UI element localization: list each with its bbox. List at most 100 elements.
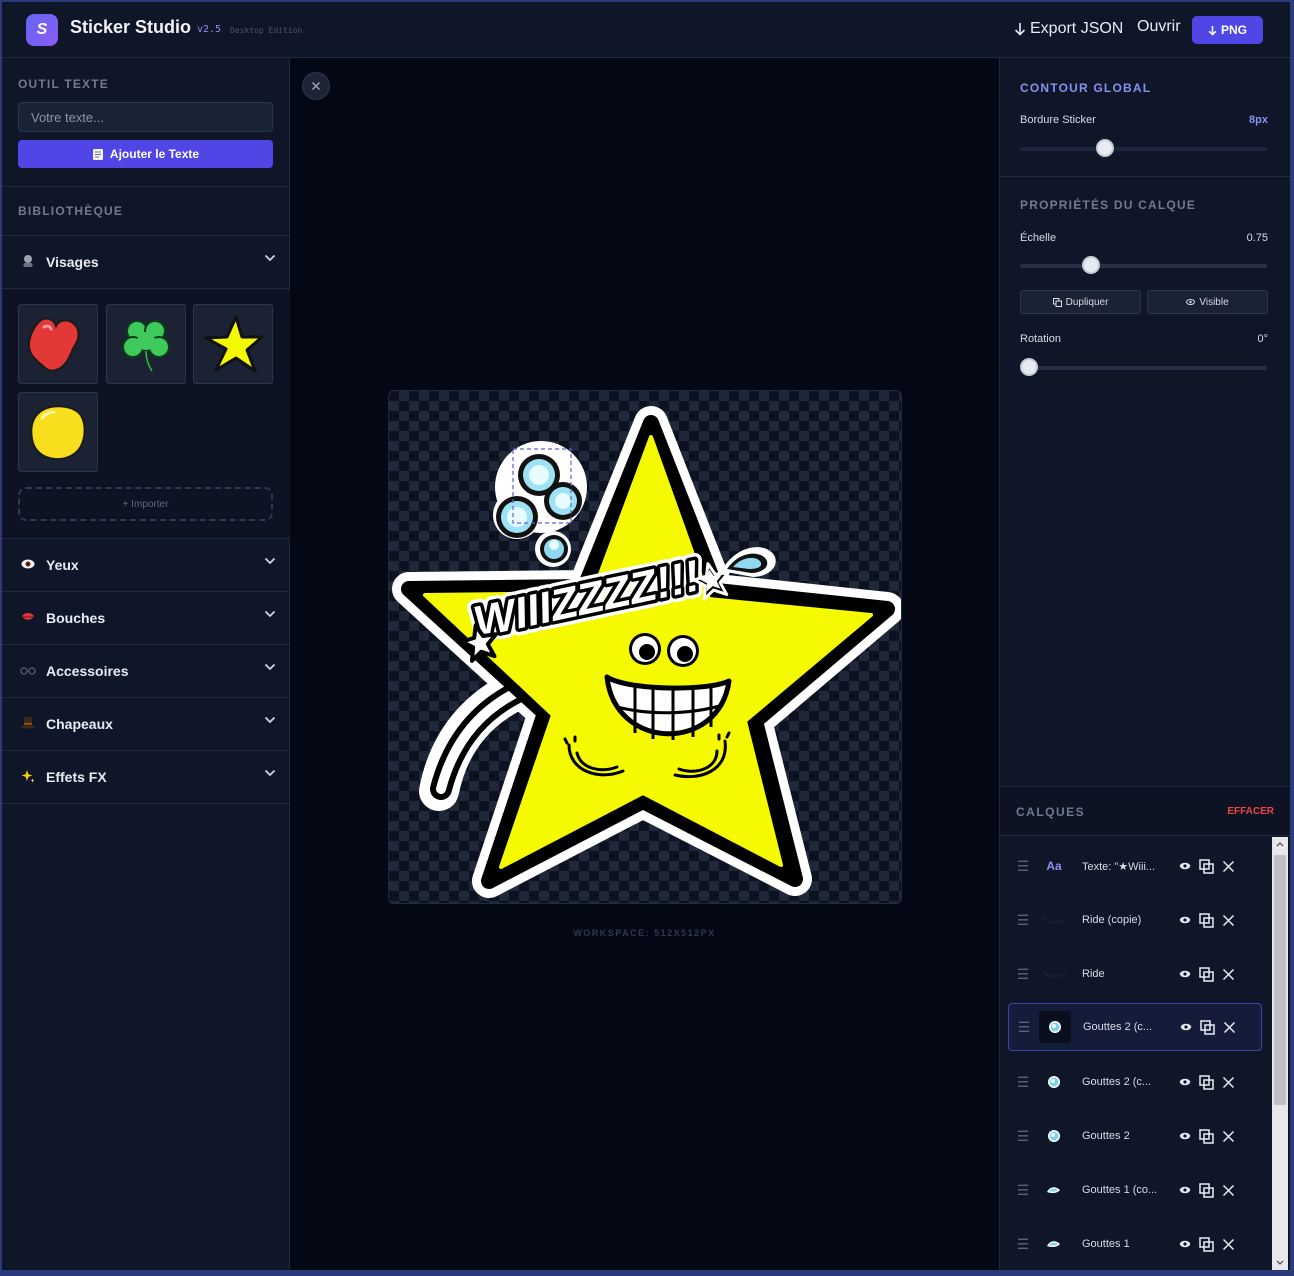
star-sticker-tile[interactable]	[193, 304, 273, 384]
export-json-button[interactable]: Export JSON	[1014, 20, 1123, 38]
drag-handle-icon[interactable]: ☰	[1008, 912, 1038, 929]
heart-sticker-icon	[27, 317, 80, 372]
export-png-button[interactable]: PNG	[1192, 16, 1263, 44]
category-yeux[interactable]: Yeux	[2, 539, 290, 592]
layer-row[interactable]: ☰ Ride (copie)	[1008, 896, 1262, 944]
layer-row[interactable]: ☰ Gouttes 2 (c...	[1008, 1058, 1262, 1106]
layer-thumbnail	[1038, 1120, 1070, 1152]
eye-icon[interactable]	[1179, 916, 1191, 924]
left-sidebar: OUTIL TEXTE Votre texte... Ajouter le Te…	[2, 58, 290, 1270]
visible-button[interactable]: Visible	[1147, 290, 1268, 314]
scale-slider[interactable]	[1020, 256, 1267, 274]
layer-row[interactable]: ☰ Gouttes 2 (c...	[1008, 1003, 1262, 1051]
clover-sticker-icon	[122, 320, 170, 372]
eye-icon[interactable]	[1179, 970, 1191, 978]
duplicate-icon[interactable]	[1199, 1236, 1214, 1252]
duplicate-icon[interactable]	[1199, 1128, 1214, 1144]
close-button[interactable]	[302, 72, 330, 100]
blob-sticker-icon	[30, 405, 86, 461]
layer-thumbnail	[1038, 904, 1070, 936]
eye-icon[interactable]	[1180, 1023, 1192, 1031]
duplicate-icon[interactable]	[1199, 1074, 1214, 1090]
open-button[interactable]: Ouvrir	[1137, 18, 1181, 36]
layers-scrollbar[interactable]	[1272, 837, 1288, 1270]
slider-thumb[interactable]	[1020, 358, 1038, 376]
drop-icon	[1047, 1187, 1060, 1194]
slider-thumb[interactable]	[1081, 256, 1100, 274]
wrinkle-icon	[1042, 970, 1066, 978]
delete-icon[interactable]	[1222, 1130, 1235, 1143]
copy-icon	[1052, 297, 1062, 307]
drag-handle-icon[interactable]: ☰	[1008, 1074, 1038, 1091]
delete-icon[interactable]	[1222, 968, 1235, 981]
top-bar: S Sticker Studio v2.5 Desktop Edition Ex…	[2, 2, 1290, 58]
scroll-down-icon[interactable]	[1276, 1260, 1284, 1266]
slider-thumb[interactable]	[1095, 139, 1114, 157]
duplicate-icon[interactable]	[1200, 1019, 1215, 1035]
duplicate-icon[interactable]	[1199, 1182, 1214, 1198]
delete-icon[interactable]	[1222, 860, 1235, 873]
duplicate-icon[interactable]	[1199, 966, 1214, 982]
delete-icon[interactable]	[1222, 1076, 1235, 1089]
delete-icon[interactable]	[1222, 1238, 1235, 1251]
layer-name: Gouttes 2 (c...	[1083, 1021, 1153, 1033]
layer-name: Texte: "★Wiii...	[1082, 860, 1156, 873]
star-sticker-icon	[204, 315, 264, 373]
layers-list: ☰ Aa Texte: "★Wiii... ☰ Ride (copie) ☰ Ride ☰ Go…	[1000, 837, 1270, 1270]
layer-row[interactable]: ☰ Ride	[1008, 950, 1262, 998]
arrow-down-icon	[1014, 23, 1026, 36]
drag-handle-icon[interactable]: ☰	[1008, 1128, 1038, 1145]
category-effets-fx[interactable]: Effets FX	[2, 751, 290, 804]
layer-row[interactable]: ☰ Aa Texte: "★Wiii...	[1008, 842, 1262, 890]
layer-name: Ride	[1082, 968, 1105, 980]
duplicate-icon[interactable]	[1199, 912, 1214, 928]
scrollbar-thumb[interactable]	[1274, 855, 1286, 1105]
eye-icon[interactable]	[1179, 1240, 1191, 1248]
layer-row[interactable]: ☰ Gouttes 2	[1008, 1112, 1262, 1160]
layer-thumbnail	[1038, 1066, 1070, 1098]
category-visages[interactable]: Visages	[2, 236, 290, 289]
visible-label: Visible	[1199, 296, 1229, 308]
drag-handle-icon[interactable]: ☰	[1008, 858, 1038, 875]
category-bouches[interactable]: Bouches	[2, 592, 290, 645]
divider	[2, 186, 290, 187]
drag-handle-icon[interactable]: ☰	[1009, 1019, 1039, 1036]
import-button[interactable]: + Importer	[18, 487, 273, 521]
drag-handle-icon[interactable]: ☰	[1008, 1236, 1038, 1253]
layers-title: CALQUES	[1016, 805, 1086, 819]
delete-icon[interactable]	[1222, 1184, 1235, 1197]
delete-icon[interactable]	[1222, 914, 1235, 927]
rotation-slider[interactable]	[1020, 358, 1267, 376]
text-input[interactable]: Votre texte...	[18, 102, 273, 132]
drag-handle-icon[interactable]: ☰	[1008, 1182, 1038, 1199]
sticker-canvas[interactable]: WIIIZZZZ!!! WIIIZZZZ!!! WIIIZZZZ!!!	[389, 391, 902, 904]
duplicate-icon[interactable]	[1199, 858, 1214, 874]
heart-sticker-tile[interactable]	[18, 304, 98, 384]
add-text-button[interactable]: Ajouter le Texte	[18, 140, 273, 168]
clear-layers-button[interactable]: EFFACER	[1227, 806, 1274, 817]
clover-sticker-tile[interactable]	[106, 304, 186, 384]
eye-icon[interactable]	[1179, 1132, 1191, 1140]
scroll-up-icon[interactable]	[1276, 841, 1284, 847]
duplicate-button[interactable]: Dupliquer	[1020, 290, 1141, 314]
delete-icon[interactable]	[1223, 1021, 1236, 1034]
mouth-icon	[20, 611, 36, 625]
category-label: Chapeaux	[46, 716, 113, 732]
layer-name: Gouttes 1	[1082, 1238, 1130, 1250]
blob-sticker-tile[interactable]	[18, 392, 98, 472]
rotation-label: Rotation	[1020, 333, 1061, 345]
eye-icon[interactable]	[1179, 1186, 1191, 1194]
eye-icon[interactable]	[1179, 1078, 1191, 1086]
layer-thumbnail	[1038, 1174, 1070, 1206]
layer-row[interactable]: ☰ Gouttes 1 (co...	[1008, 1166, 1262, 1214]
sticker-workspace[interactable]: WIIIZZZZ!!! WIIIZZZZ!!! WIIIZZZZ!!!	[388, 390, 902, 904]
drag-handle-icon[interactable]: ☰	[1008, 966, 1038, 983]
category-chapeaux[interactable]: Chapeaux	[2, 698, 290, 751]
category-accessoires[interactable]: Accessoires	[2, 645, 290, 698]
border-slider[interactable]	[1020, 139, 1267, 157]
drops-group	[493, 441, 587, 567]
layer-name: Gouttes 2 (c...	[1082, 1076, 1152, 1088]
layer-row[interactable]: ☰ Gouttes 1	[1008, 1220, 1262, 1268]
eye-icon[interactable]	[1179, 862, 1191, 870]
chevron-down-icon	[264, 716, 276, 724]
